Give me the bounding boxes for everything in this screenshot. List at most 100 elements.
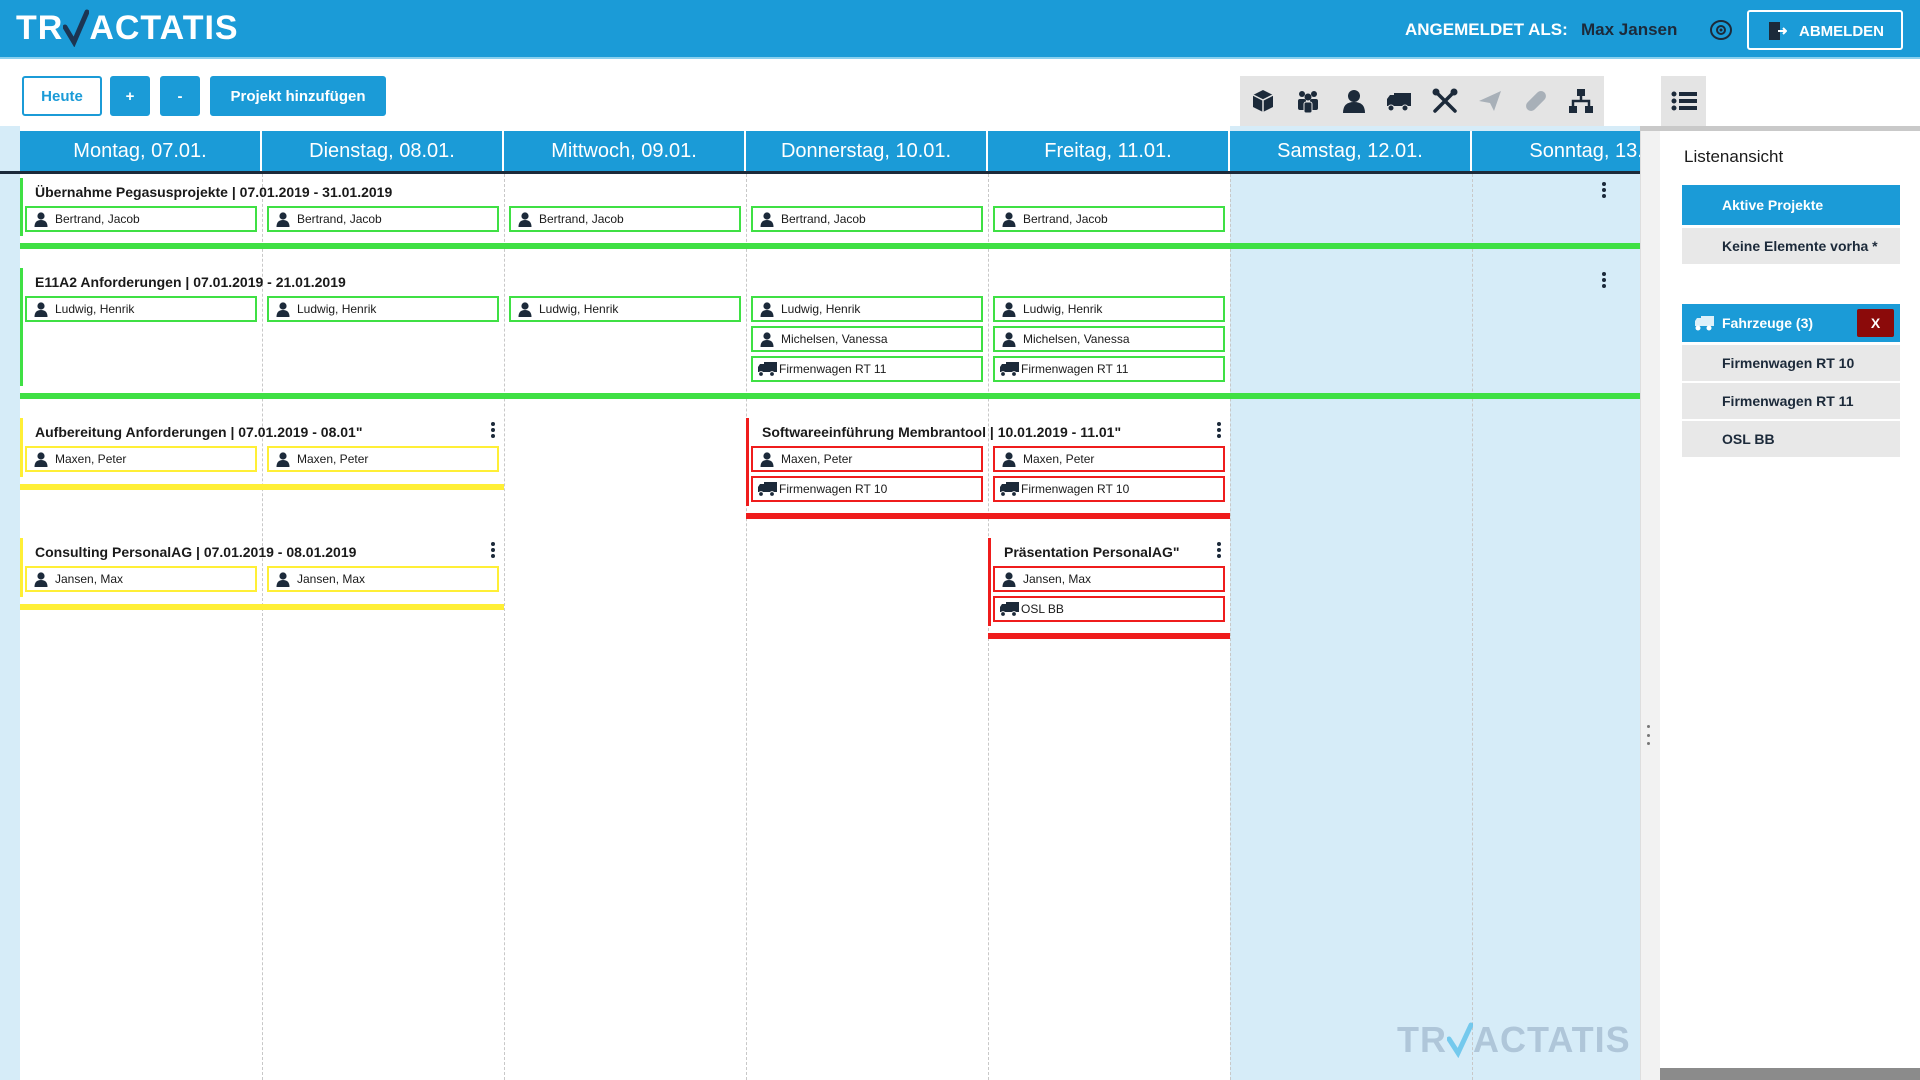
person-chip[interactable]: Maxen, Peter [751, 446, 983, 472]
person-chip[interactable]: Michelsen, Vanessa [993, 326, 1225, 352]
person-chip[interactable]: Ludwig, Henrik [509, 296, 741, 322]
day-header[interactable]: Montag, 07.01. [20, 131, 262, 171]
logout-label: ABMELDEN [1799, 23, 1884, 40]
day-separator [262, 174, 263, 1080]
vehicle-chip[interactable]: OSL BB [993, 596, 1225, 622]
project-left-border [20, 538, 23, 597]
project-title[interactable]: Consulting PersonalAG | 07.01.2019 - 08.… [35, 544, 356, 560]
app-logo[interactable]: TR ACTATIS [16, 9, 239, 47]
truck-icon [1695, 316, 1714, 331]
person-chip[interactable]: Jansen, Max [267, 566, 499, 592]
vehicle-list-label: Firmenwagen RT 10 [1722, 355, 1855, 371]
top-bar: TR ACTATIS ANGEMELDET ALS: Max Jansen ABM… [0, 0, 1920, 59]
day-header-label: Freitag, 11.01. [1044, 139, 1172, 162]
person-icon [1002, 212, 1016, 227]
project-timeline-bar [746, 513, 1230, 519]
person-chip[interactable]: Ludwig, Henrik [25, 296, 257, 322]
chip-label: Firmenwagen RT 11 [779, 362, 887, 376]
person-chip[interactable]: Jansen, Max [993, 566, 1225, 592]
tools-icon[interactable] [1422, 76, 1468, 126]
day-header[interactable]: Mittwoch, 09.01. [504, 131, 746, 171]
vehicle-chip[interactable]: Firmenwagen RT 11 [993, 356, 1225, 382]
splitter-grip-icon[interactable] [1647, 725, 1651, 745]
person-chip[interactable]: Maxen, Peter [25, 446, 257, 472]
close-vehicles-button[interactable]: X [1857, 309, 1894, 337]
chip-label: Jansen, Max [1023, 572, 1092, 586]
vehicle-chip[interactable]: Firmenwagen RT 10 [993, 476, 1225, 502]
zoom-out-label: - [177, 87, 183, 105]
person-chip[interactable]: Bertrand, Jacob [993, 206, 1225, 232]
project-title[interactable]: Übernahme Pegasusprojekte | 07.01.2019 -… [35, 184, 392, 200]
chip-label: OSL BB [1021, 602, 1064, 616]
day-header[interactable]: Samstag, 12.01. [1230, 131, 1472, 171]
vehicle-chip[interactable]: Firmenwagen RT 11 [751, 356, 983, 382]
vehicle-list-item[interactable]: OSL BB [1682, 421, 1900, 457]
panel-splitter[interactable] [1640, 131, 1660, 1080]
vehicle-chip[interactable]: Firmenwagen RT 10 [751, 476, 983, 502]
package-icon[interactable] [1240, 76, 1286, 126]
person-icon [760, 452, 774, 467]
person-chip[interactable]: Bertrand, Jacob [751, 206, 983, 232]
vehicle-list-label: Firmenwagen RT 11 [1722, 393, 1854, 409]
chip-label: Firmenwagen RT 11 [1021, 362, 1129, 376]
settings-icon[interactable] [1709, 19, 1733, 41]
team-icon[interactable] [1286, 76, 1332, 126]
today-button[interactable]: Heute [22, 76, 102, 116]
zoom-out-button[interactable]: - [160, 76, 200, 116]
person-chip[interactable]: Ludwig, Henrik [751, 296, 983, 322]
person-icon [276, 302, 290, 317]
zoom-in-button[interactable]: + [110, 76, 150, 116]
vehicle-list-item[interactable]: Firmenwagen RT 10 [1682, 345, 1900, 381]
project-menu-icon[interactable] [1213, 420, 1225, 440]
project-title[interactable]: Aufbereitung Anforderungen | 07.01.2019 … [35, 424, 362, 440]
project-title[interactable]: Präsentation PersonalAG" [1004, 544, 1179, 560]
person-chip[interactable]: Michelsen, Vanessa [751, 326, 983, 352]
person-icon [518, 302, 532, 317]
person-chip[interactable]: Maxen, Peter [267, 446, 499, 472]
day-header[interactable]: Freitag, 11.01. [988, 131, 1230, 171]
project-menu-icon[interactable] [487, 420, 499, 440]
logout-button[interactable]: ABMELDEN [1747, 10, 1903, 50]
add-project-button[interactable]: Projekt hinzufügen [210, 76, 386, 116]
project-title[interactable]: E11A2 Anforderungen | 07.01.2019 - 21.01… [35, 274, 346, 290]
day-separator [988, 174, 989, 1080]
list-view-button[interactable] [1661, 76, 1706, 126]
active-projects-button[interactable]: Aktive Projekte [1682, 185, 1900, 225]
panel-bottom-scrollbar[interactable] [1660, 1068, 1920, 1080]
project-left-border [988, 538, 991, 626]
chip-label: Michelsen, Vanessa [1023, 332, 1130, 346]
person-chip[interactable]: Ludwig, Henrik [993, 296, 1225, 322]
day-header[interactable]: Sonntag, 13.01. [1472, 131, 1640, 171]
day-header[interactable]: Dienstag, 08.01. [262, 131, 504, 171]
chip-label: Firmenwagen RT 10 [779, 482, 888, 496]
person-icon [34, 452, 48, 467]
project-menu-icon[interactable] [1598, 270, 1610, 290]
pill-icon[interactable] [1513, 76, 1559, 126]
day-separator [1472, 174, 1473, 1080]
project-timeline-bar [20, 243, 1640, 249]
vehicle-list-item[interactable]: Firmenwagen RT 11 [1682, 383, 1900, 419]
calendar-grid: Montag, 07.01. Dienstag, 08.01. Mittwoch, … [0, 126, 1640, 1080]
project-title[interactable]: Softwareeinführung Membrantool | 10.01.2… [762, 424, 1121, 440]
person-chip[interactable]: Maxen, Peter [993, 446, 1225, 472]
vehicles-group-header[interactable]: Fahrzeuge (3) X [1682, 304, 1900, 342]
person-icon[interactable] [1331, 76, 1377, 126]
person-icon [1002, 452, 1016, 467]
day-header-label: Mittwoch, 09.01. [551, 139, 697, 162]
project-menu-icon[interactable] [487, 540, 499, 560]
project-menu-icon[interactable] [1213, 540, 1225, 560]
person-chip[interactable]: Jansen, Max [25, 566, 257, 592]
no-elements-item[interactable]: Keine Elemente vorha * [1682, 228, 1900, 264]
person-chip[interactable]: Bertrand, Jacob [25, 206, 257, 232]
person-chip[interactable]: Bertrand, Jacob [509, 206, 741, 232]
person-icon [760, 212, 774, 227]
person-chip[interactable]: Bertrand, Jacob [267, 206, 499, 232]
truck-icon[interactable] [1377, 76, 1423, 126]
day-header-label: Donnerstag, 10.01. [780, 139, 952, 162]
day-header[interactable]: Donnerstag, 10.01. [746, 131, 988, 171]
person-chip[interactable]: Ludwig, Henrik [267, 296, 499, 322]
org-chart-icon[interactable] [1559, 76, 1605, 126]
send-icon[interactable] [1468, 76, 1514, 126]
project-menu-icon[interactable] [1598, 180, 1610, 200]
chip-label: Maxen, Peter [297, 452, 369, 466]
